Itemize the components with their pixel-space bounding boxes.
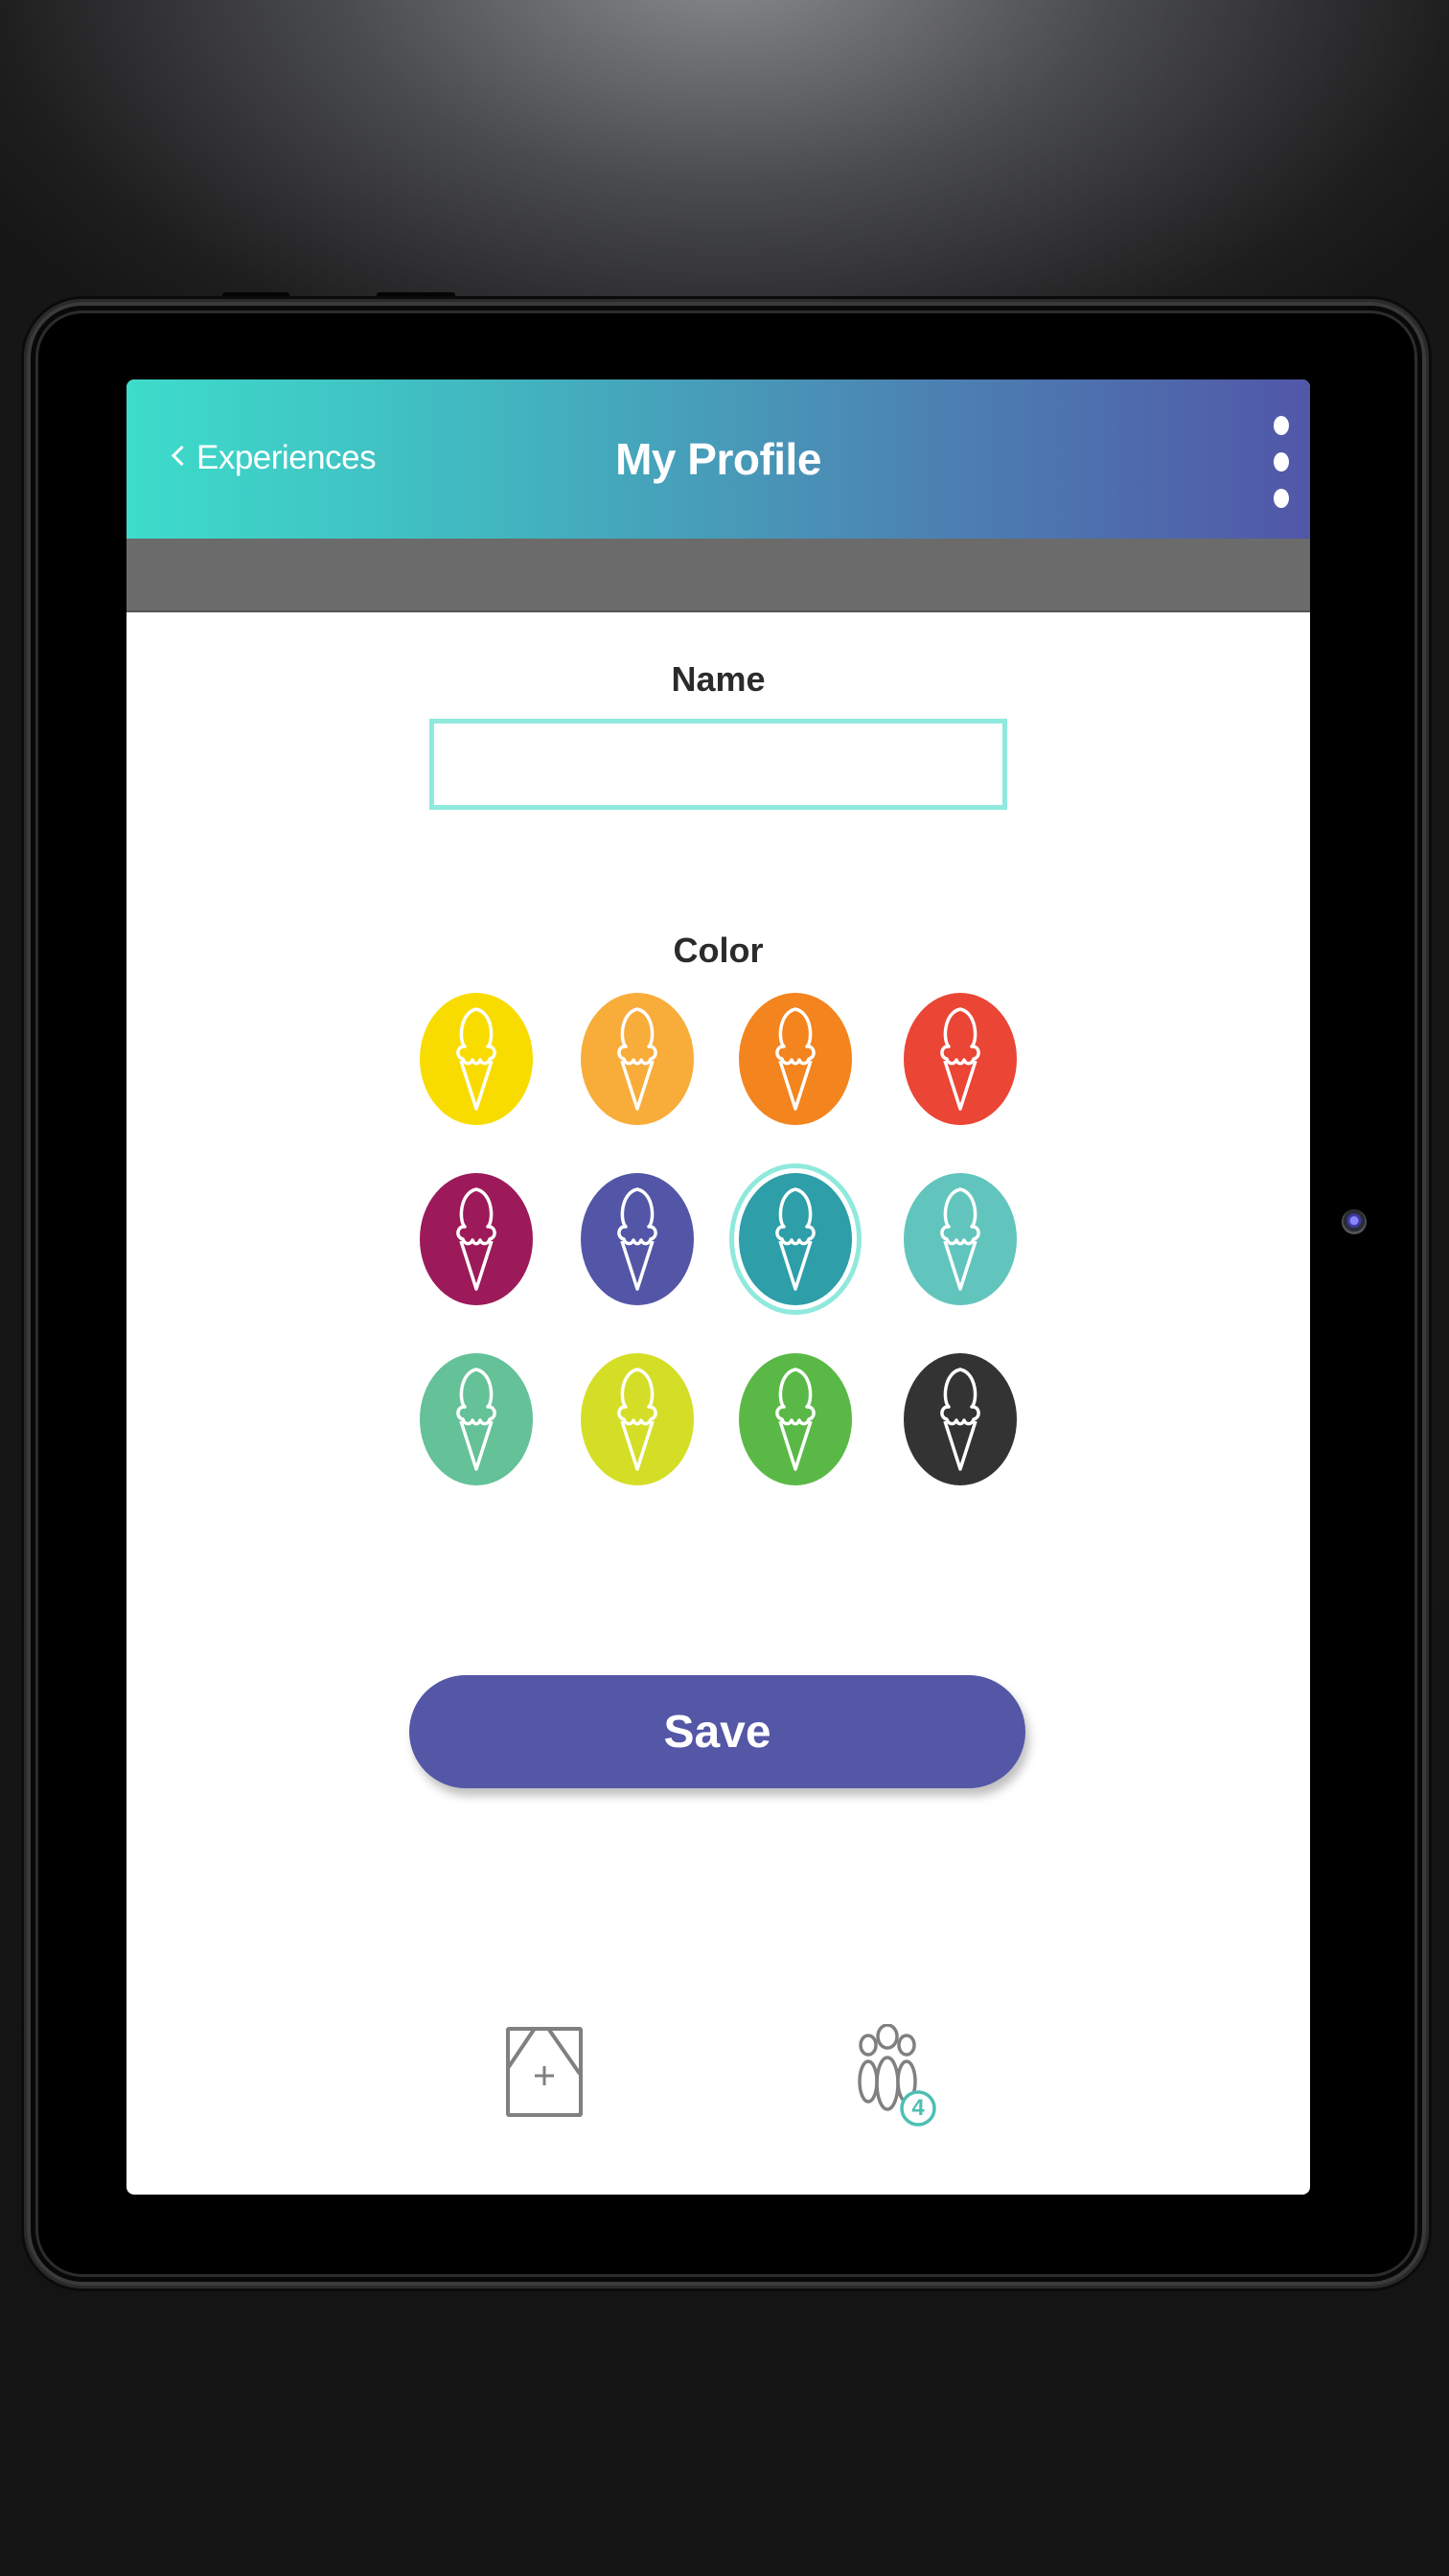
- more-vertical-icon-dot: [1274, 452, 1289, 472]
- color-swatch-green[interactable]: [739, 1353, 852, 1485]
- more-vertical-icon-dot: [1274, 489, 1289, 508]
- ice-cream-cone-icon: [617, 1187, 657, 1291]
- ice-cream-cone-icon: [456, 1007, 496, 1111]
- ice-cream-cone-icon: [940, 1187, 980, 1291]
- ice-cream-cone-icon: [456, 1368, 496, 1471]
- color-swatch-black[interactable]: [904, 1353, 1017, 1485]
- color-label: Color: [673, 931, 764, 970]
- name-input[interactable]: [429, 719, 1007, 810]
- color-swatch-mint[interactable]: [420, 1353, 533, 1485]
- name-label: Name: [671, 659, 766, 699]
- people-count-badge: 4: [911, 2095, 925, 2121]
- ice-cream-cone-icon: [456, 1187, 496, 1291]
- page-title: My Profile: [615, 434, 821, 484]
- color-swatch-teal[interactable]: [739, 1173, 852, 1305]
- color-swatch-lime[interactable]: [581, 1353, 694, 1485]
- ice-cream-cone-icon: [775, 1007, 816, 1111]
- save-button[interactable]: Save: [409, 1675, 1025, 1788]
- more-vertical-icon: [1274, 416, 1289, 435]
- ice-cream-cone-icon: [617, 1368, 657, 1471]
- color-swatch-aqua[interactable]: [904, 1173, 1017, 1305]
- ice-cream-cone-icon: [775, 1368, 816, 1471]
- people-button[interactable]: 4: [855, 2023, 947, 2131]
- ice-cream-cone-icon: [775, 1187, 816, 1291]
- volume-button: [222, 292, 289, 300]
- app-header: Experiences My Profile: [126, 380, 1310, 539]
- ice-cream-cone-icon: [940, 1007, 980, 1111]
- color-swatch-light-orange[interactable]: [581, 993, 694, 1125]
- power-button: [377, 292, 455, 300]
- add-experience-button[interactable]: [505, 2026, 584, 2118]
- color-swatch-yellow[interactable]: [420, 993, 533, 1125]
- ice-cream-cone-icon: [617, 1007, 657, 1111]
- add-experience-icon: [506, 2027, 583, 2117]
- more-menu-button[interactable]: [1267, 416, 1296, 508]
- app-screen: Experiences My Profile Name Color Save 4: [126, 380, 1310, 2195]
- ice-cream-cone-icon: [940, 1368, 980, 1471]
- color-swatch-magenta[interactable]: [420, 1173, 533, 1305]
- color-swatch-indigo[interactable]: [581, 1173, 694, 1305]
- color-swatch-red[interactable]: [904, 993, 1017, 1125]
- camera-icon: [1342, 1209, 1367, 1234]
- sub-header-bar: [126, 539, 1310, 612]
- color-swatch-orange[interactable]: [739, 993, 852, 1125]
